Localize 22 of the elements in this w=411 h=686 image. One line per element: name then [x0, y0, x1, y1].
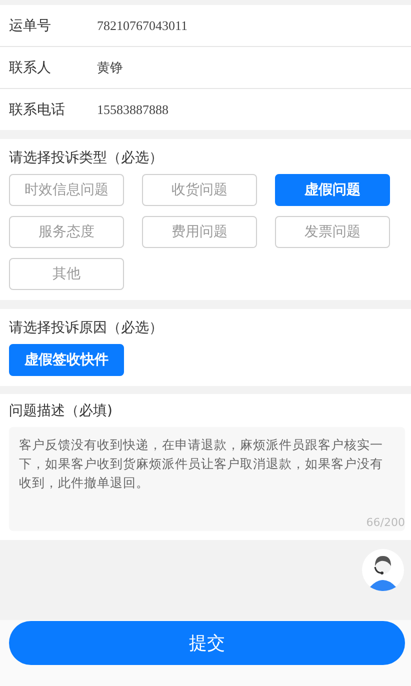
section-title: 请选择投诉原因（必选） [9, 319, 164, 337]
option-button[interactable]: 服务态度 [9, 216, 124, 248]
field-value: 78210767043011 [97, 18, 188, 34]
field-value: 15583887888 [97, 102, 168, 118]
submit-button[interactable]: 提交 [9, 621, 405, 665]
option-button[interactable]: 虚假问题 [275, 174, 390, 206]
option-button[interactable]: 发票问题 [275, 216, 390, 248]
option-button[interactable]: 其他 [9, 258, 124, 290]
field-label: 运单号 [9, 16, 52, 34]
field-value: 黄铮 [97, 60, 123, 76]
section-title: 请选择投诉类型（必选） [9, 149, 164, 167]
section-title: 问题描述（必填) [9, 402, 114, 420]
option-button[interactable]: 收货问题 [142, 174, 257, 206]
character-counter: 66/200 [366, 516, 405, 529]
field-label: 联系人 [9, 58, 52, 76]
customer-service-avatar-icon[interactable] [362, 549, 404, 591]
field-label: 联系电话 [9, 100, 66, 118]
option-button[interactable]: 虚假签收快件 [9, 344, 124, 376]
description-field[interactable]: 客户反馈没有收到快递，在申请退款，麻烦派件员跟客户核实一下，如果客户收到货麻烦派件员让客户取消退款，如果客户没有收到，此件撤单退回。 66/200 [9, 427, 405, 531]
option-button[interactable]: 费用问题 [142, 216, 257, 248]
option-button[interactable]: 时效信息问题 [9, 174, 124, 206]
description-text: 客户反馈没有收到快递，在申请退款，麻烦派件员跟客户核实一下，如果客户收到货麻烦派件员让客户取消退款，如果客户没有收到，此件撤单退回。 [19, 436, 384, 492]
